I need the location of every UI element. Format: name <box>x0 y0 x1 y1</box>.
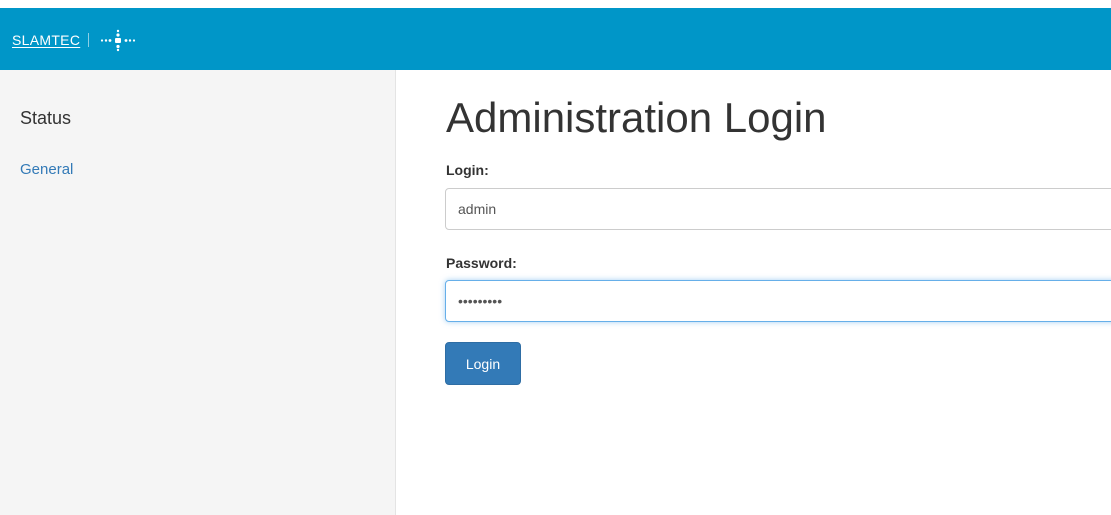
crosshair-dots-icon <box>101 29 136 52</box>
sidebar-heading: Status <box>20 108 72 128</box>
top-gap <box>0 0 1111 8</box>
page-layout: Status General Administration Login Logi… <box>0 70 1111 515</box>
sidebar-item-general[interactable]: General <box>20 161 73 178</box>
password-label: Password: <box>446 255 517 271</box>
password-input[interactable] <box>445 280 1111 322</box>
brand-link[interactable]: SLAMTEC <box>12 29 138 52</box>
main-content: Administration Login Login: Password: Lo… <box>396 70 1111 515</box>
login-button[interactable]: Login <box>445 342 521 385</box>
page-title: Administration Login <box>446 94 827 141</box>
brand-text: SLAMTEC <box>12 32 81 48</box>
login-input[interactable] <box>445 188 1111 230</box>
sidebar: Status General <box>0 70 396 515</box>
login-label: Login: <box>446 162 489 178</box>
top-navbar: SLAMTEC <box>0 8 1111 70</box>
brand-separator <box>88 33 90 47</box>
